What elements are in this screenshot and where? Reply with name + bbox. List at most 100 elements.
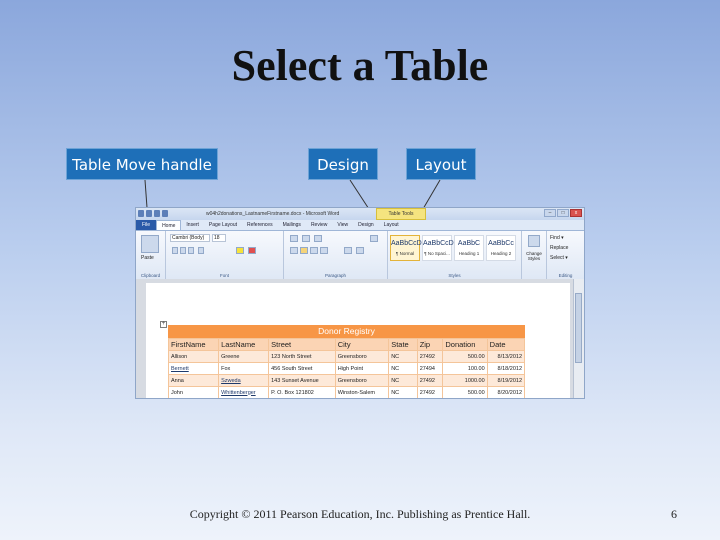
multilevel-list-icon[interactable] (314, 235, 322, 242)
tab-home[interactable]: Home (156, 220, 182, 230)
show-hide-icon[interactable] (370, 235, 378, 242)
style-normal[interactable]: AaBbCcDc ¶ Normal (390, 235, 425, 261)
minimize-button[interactable]: – (544, 209, 556, 217)
vertical-scrollbar[interactable] (573, 279, 584, 398)
font-size-select[interactable]: 18 (212, 234, 226, 242)
header-cell: Street (268, 338, 336, 351)
change-styles-group: Change Styles (522, 231, 546, 279)
undo-icon[interactable] (154, 210, 160, 217)
word-logo-icon (138, 210, 144, 217)
table-cell: 27492 (416, 350, 444, 363)
title-bar: w04h2donations_LastnameFirstname.docx - … (136, 208, 584, 220)
header-cell: Zip (416, 338, 444, 351)
window-controls: – □ x (544, 209, 582, 217)
table-header-row: FirstName LastName Street City State Zip… (167, 338, 526, 351)
table-cell: 8/19/2012 (486, 374, 526, 387)
align-left-icon[interactable] (290, 247, 298, 254)
tab-page-layout[interactable]: Page Layout (204, 220, 242, 230)
redo-icon[interactable] (162, 210, 168, 217)
tab-design[interactable]: Design (353, 220, 379, 230)
table-move-handle-icon[interactable]: + (160, 321, 167, 328)
tab-mailings[interactable]: Mailings (278, 220, 306, 230)
shading-icon[interactable] (344, 247, 352, 254)
font-name-select[interactable]: Cambri (Body) (170, 234, 210, 242)
table-cell: Anna (167, 374, 220, 387)
document-area: + Donor Registry FirstName LastName Stre… (136, 279, 584, 398)
ribbon-tabs: File Home Insert Page Layout References … (136, 220, 584, 231)
style-heading-1[interactable]: AaBbC Heading 1 (454, 235, 484, 261)
table-title: Donor Registry (168, 325, 525, 338)
table-cell: 8/18/2012 (486, 362, 526, 375)
group-font: Cambri (Body) 18 Font (166, 231, 284, 279)
table-cell: 500.00 (442, 350, 488, 363)
bullets-icon[interactable] (290, 235, 298, 242)
change-styles-label[interactable]: Change Styles (522, 251, 546, 261)
italic-icon[interactable] (180, 247, 186, 254)
replace-button[interactable]: Replace (550, 245, 568, 251)
numbering-icon[interactable] (302, 235, 310, 242)
group-editing: Find ▾ Replace Select ▾ Editing (546, 231, 584, 279)
maximize-button[interactable]: □ (557, 209, 569, 217)
style-heading-2[interactable]: AaBbCc Heading 2 (486, 235, 516, 261)
font-color-icon[interactable] (248, 247, 256, 254)
slide-footer: Copyright © 2011 Pearson Education, Inc.… (189, 507, 531, 521)
scrollbar-thumb[interactable] (575, 293, 582, 363)
document-page: + Donor Registry FirstName LastName Stre… (146, 283, 570, 398)
tab-file[interactable]: File (136, 220, 157, 230)
align-right-icon[interactable] (310, 247, 318, 254)
table-cell: P. O. Box 121802 (268, 386, 336, 398)
table-cell: 8/13/2012 (486, 350, 526, 363)
table-cell: NC (388, 350, 418, 363)
borders-icon[interactable] (356, 247, 364, 254)
style-preview: AaBbCc (488, 240, 514, 247)
table-row: Bernett Fox 456 South Street High Point … (167, 362, 526, 375)
underline-icon[interactable] (188, 247, 194, 254)
paste-icon[interactable] (141, 235, 159, 253)
tab-review[interactable]: Review (306, 220, 332, 230)
style-preview: AaBbCcDc (423, 240, 458, 247)
table-cell: Allison (167, 350, 220, 363)
table-cell: Whittenberger (218, 386, 270, 398)
tab-insert[interactable]: Insert (181, 220, 204, 230)
bold-icon[interactable] (172, 247, 178, 254)
group-label-font: Font (219, 273, 229, 278)
style-name: Heading 2 (490, 251, 512, 256)
table-cell: 27494 (416, 362, 444, 375)
table-cell: 123 North Street (268, 350, 336, 363)
table-tools-contextual-tab: Table Tools (376, 208, 426, 220)
group-label-paragraph: Paragraph (324, 273, 346, 278)
align-center-icon[interactable] (300, 247, 308, 254)
donor-table[interactable]: Donor Registry FirstName LastName Street… (167, 325, 526, 398)
tab-references[interactable]: References (242, 220, 278, 230)
table-row: Anna Szweda 143 Sunset Avenue Greensboro… (167, 374, 526, 387)
strikethrough-icon[interactable] (198, 247, 204, 254)
table-cell: Bernett (167, 362, 220, 375)
header-cell: Donation (442, 338, 488, 351)
header-cell: City (334, 338, 390, 351)
table-cell: 27492 (416, 386, 444, 398)
change-styles-icon[interactable] (528, 235, 540, 247)
style-no-spacing[interactable]: AaBbCcDc ¶ No Spaci... (422, 235, 458, 261)
justify-icon[interactable] (320, 247, 328, 254)
group-label-clipboard: Clipboard (140, 273, 161, 278)
table-cell: NC (388, 362, 418, 375)
table-row: Allison Greene 123 North Street Greensbo… (167, 350, 526, 363)
close-button[interactable]: x (570, 209, 582, 217)
group-clipboard: Paste Clipboard (136, 231, 166, 279)
find-button[interactable]: Find ▾ (550, 235, 564, 241)
table-cell: High Point (334, 362, 390, 375)
table-cell: 456 South Street (268, 362, 336, 375)
table-cell: 100.00 (442, 362, 488, 375)
style-preview: AaBbC (457, 240, 481, 247)
tab-layout[interactable]: Layout (379, 220, 404, 230)
select-button[interactable]: Select ▾ (550, 255, 568, 261)
table-cell: 500.00 (442, 386, 488, 398)
tab-view[interactable]: View (332, 220, 353, 230)
group-label-editing: Editing (558, 273, 573, 278)
table-cell: NC (388, 374, 418, 387)
style-name: ¶ Normal (395, 251, 415, 256)
word-window: w04h2donations_LastnameFirstname.docx - … (136, 208, 584, 398)
save-icon[interactable] (146, 210, 152, 217)
group-label-styles: Styles (448, 273, 461, 278)
highlight-icon[interactable] (236, 247, 244, 254)
